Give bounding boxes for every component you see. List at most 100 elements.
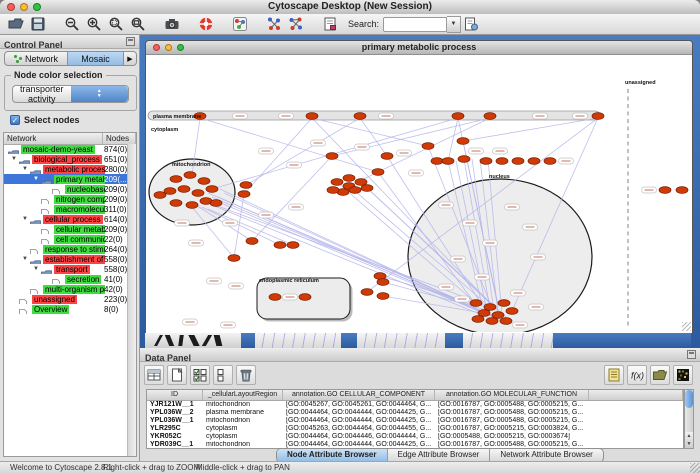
network-node[interactable] bbox=[210, 200, 222, 207]
tree-row[interactable]: mosaic-demo-yeast874(0) bbox=[4, 144, 128, 154]
tree-row[interactable]: macromolecule311(0) bbox=[4, 204, 128, 214]
zoom-in-icon[interactable] bbox=[84, 15, 104, 33]
table-row[interactable]: YPL036W__1mitochondrion[GO:0044464, GO:0… bbox=[147, 417, 683, 425]
node-label-pill[interactable] bbox=[483, 240, 498, 246]
node-label-pill[interactable] bbox=[559, 158, 574, 164]
network-node[interactable] bbox=[422, 143, 434, 150]
tree-row[interactable]: unassigned223(0) bbox=[4, 294, 128, 304]
network-node[interactable] bbox=[349, 187, 361, 194]
node-label-pill[interactable] bbox=[223, 220, 238, 226]
node-label-pill[interactable] bbox=[451, 256, 466, 262]
node-label-pill[interactable] bbox=[221, 322, 236, 328]
tree-row[interactable]: response to stimulu264(0) bbox=[4, 244, 128, 254]
search-dropdown-button[interactable]: ▼ bbox=[447, 16, 461, 33]
minimized-window-preview[interactable] bbox=[145, 333, 241, 348]
network-node[interactable] bbox=[470, 300, 482, 307]
snapshot-camera-icon[interactable] bbox=[162, 15, 182, 33]
float-data-panel-icon[interactable] bbox=[687, 350, 696, 359]
node-label-pill[interactable] bbox=[529, 304, 544, 310]
tree-column-network[interactable]: Network bbox=[4, 133, 103, 144]
node-label-pill[interactable] bbox=[533, 113, 548, 119]
search-settings-icon[interactable] bbox=[461, 15, 481, 33]
tree-scrollbar[interactable] bbox=[127, 144, 136, 456]
tree-row[interactable]: nitrogen compo209(0) bbox=[4, 194, 128, 204]
network-node[interactable] bbox=[377, 293, 389, 300]
tree-row[interactable]: secretion41(0) bbox=[4, 274, 128, 284]
annotation-icon[interactable] bbox=[320, 15, 340, 33]
network-node[interactable] bbox=[164, 188, 176, 195]
network-node[interactable] bbox=[184, 172, 196, 179]
tab-mosaic[interactable]: Mosaic bbox=[68, 51, 124, 66]
formula-builder-icon[interactable]: f(x) bbox=[627, 365, 647, 385]
scrollbar-arrows[interactable]: ▲▼ bbox=[685, 432, 693, 448]
canvas-resize-grip[interactable] bbox=[682, 322, 691, 331]
table-row[interactable]: YJR121W__1mitochondrion[GO:0045267, GO:0… bbox=[147, 401, 683, 409]
help-lifesaver-icon[interactable] bbox=[196, 15, 216, 33]
node-label-pill[interactable] bbox=[283, 294, 298, 300]
node-label-pill[interactable] bbox=[523, 224, 538, 230]
tab-overflow-arrow[interactable]: ▶ bbox=[124, 51, 137, 66]
network-node[interactable] bbox=[676, 187, 688, 194]
network-window-titlebar[interactable]: primary metabolic process bbox=[146, 41, 692, 55]
node-label-pill[interactable] bbox=[531, 254, 546, 260]
tree-row[interactable]: ▼metabolic process280(0) bbox=[4, 164, 128, 174]
network-node[interactable] bbox=[361, 185, 373, 192]
node-label-pill[interactable] bbox=[311, 140, 326, 146]
node-label-pill[interactable] bbox=[259, 212, 274, 218]
layout-network-icon[interactable] bbox=[264, 15, 284, 33]
node-label-pill[interactable] bbox=[573, 113, 588, 119]
attribute-table-icon[interactable] bbox=[144, 365, 164, 385]
save-icon[interactable] bbox=[28, 15, 48, 33]
node-label-pill[interactable] bbox=[513, 322, 528, 328]
node-label-pill[interactable] bbox=[511, 290, 526, 296]
network-node[interactable] bbox=[452, 113, 464, 120]
network-node[interactable] bbox=[343, 175, 355, 182]
zoom-out-icon[interactable] bbox=[62, 15, 82, 33]
node-label-pill[interactable] bbox=[259, 148, 274, 154]
node-label-pill[interactable] bbox=[287, 162, 302, 168]
network-node[interactable] bbox=[198, 178, 210, 185]
tab-network[interactable]: Network bbox=[4, 51, 68, 66]
search-input[interactable] bbox=[383, 17, 447, 32]
node-label-pill[interactable] bbox=[493, 148, 508, 154]
network-node[interactable] bbox=[274, 242, 286, 249]
expand-arrow-icon[interactable]: ▼ bbox=[22, 166, 28, 172]
unselect-attributes-icon[interactable] bbox=[213, 365, 233, 385]
network-node[interactable] bbox=[206, 186, 218, 193]
node-label-pill[interactable] bbox=[183, 319, 198, 325]
column-header[interactable]: _cellularLayoutRegion bbox=[203, 390, 283, 400]
node-label-pill[interactable] bbox=[229, 283, 244, 289]
network-node[interactable] bbox=[480, 158, 492, 165]
tree-row[interactable]: ▼establishment of lo558(0) bbox=[4, 254, 128, 264]
float-panel-icon[interactable] bbox=[126, 37, 135, 46]
network-node[interactable] bbox=[327, 187, 339, 194]
node-label-pill[interactable] bbox=[439, 284, 454, 290]
node-label-pill[interactable] bbox=[642, 187, 657, 193]
zoom-selected-icon[interactable] bbox=[106, 15, 126, 33]
tree-row[interactable]: ▼cellular process614(0) bbox=[4, 214, 128, 224]
node-label-pill[interactable] bbox=[355, 144, 370, 150]
delete-attribute-icon[interactable] bbox=[236, 365, 256, 385]
network-node[interactable] bbox=[246, 238, 258, 245]
layout-network2-icon[interactable] bbox=[286, 15, 306, 33]
network-node[interactable] bbox=[377, 279, 389, 286]
network-node[interactable] bbox=[299, 294, 311, 301]
tree-row[interactable]: Overview8(0) bbox=[4, 304, 128, 314]
node-label-pill[interactable] bbox=[233, 113, 248, 119]
expand-arrow-icon[interactable]: ▼ bbox=[33, 266, 39, 272]
network-node[interactable] bbox=[238, 191, 250, 198]
network-node[interactable] bbox=[484, 113, 496, 120]
network-node[interactable] bbox=[154, 192, 166, 199]
network-node[interactable] bbox=[472, 316, 484, 323]
color-attribute-dropdown[interactable]: transporter activity ▲▼ bbox=[12, 85, 129, 103]
tree-column-nodes[interactable]: Nodes bbox=[103, 133, 136, 144]
attribute-notes-icon[interactable] bbox=[604, 365, 624, 385]
minimized-window-preview[interactable] bbox=[255, 333, 341, 348]
table-row[interactable]: YPL036W__2plasma membrane[GO:0044464, GO… bbox=[147, 409, 683, 417]
network-node[interactable] bbox=[192, 190, 204, 197]
node-label-pill[interactable] bbox=[439, 202, 454, 208]
node-label-pill[interactable] bbox=[455, 296, 470, 302]
network-node[interactable] bbox=[486, 318, 498, 325]
table-row[interactable]: YKR052Ccytoplasm[GO:0044464, GO:0044446,… bbox=[147, 433, 683, 441]
expand-arrow-icon[interactable]: ▼ bbox=[22, 256, 28, 262]
